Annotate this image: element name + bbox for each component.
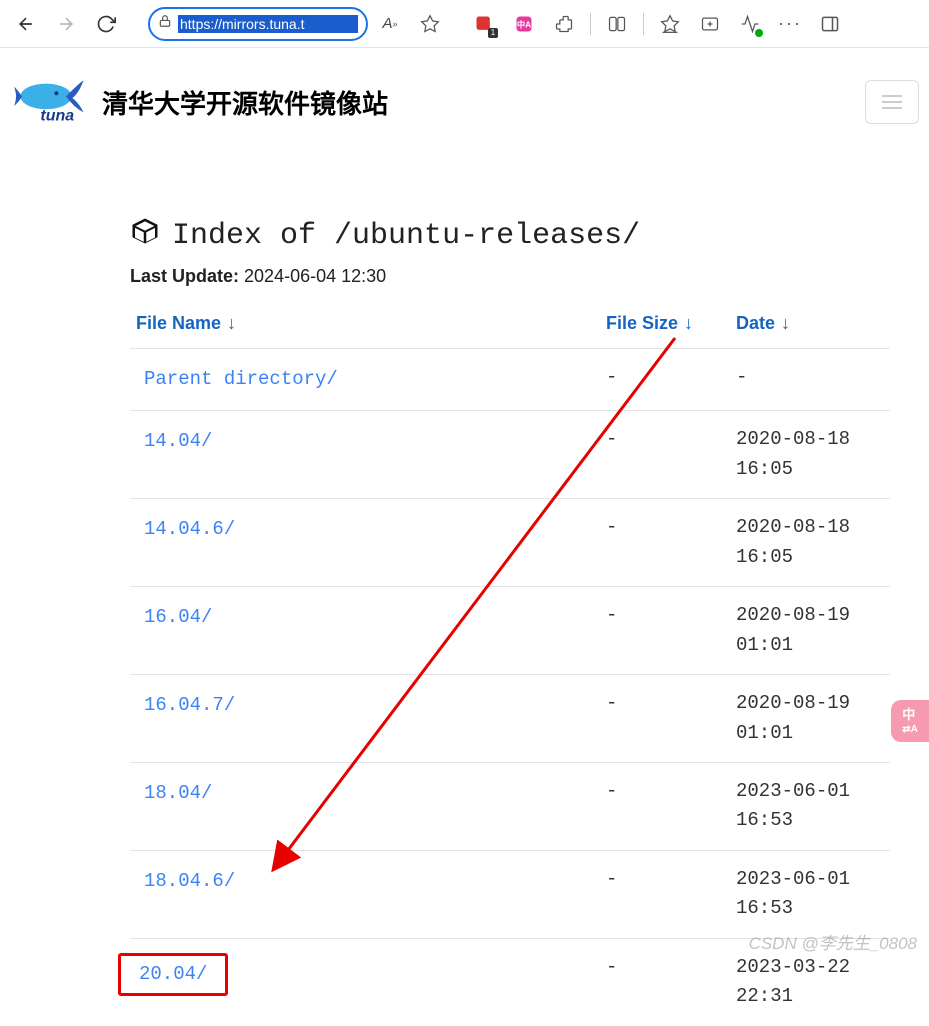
refresh-button[interactable] xyxy=(88,6,124,42)
file-link[interactable]: 18.04.6/ xyxy=(136,870,243,892)
extension-badge: 1 xyxy=(488,28,498,38)
table-row: 18.04/ -2023-06-01 16:53 xyxy=(130,762,890,850)
url-text[interactable]: https://mirrors.tuna.t xyxy=(178,15,358,33)
last-update: Last Update: 2024-06-04 12:30 xyxy=(130,266,909,287)
file-table: File Name↓ File Size↓ Date↓ Parent direc… xyxy=(130,305,890,1026)
browser-toolbar: https://mirrors.tuna.t A» 1 中A ··· xyxy=(0,0,929,48)
file-link[interactable]: 16.04.7/ xyxy=(136,694,243,716)
sort-arrow-icon: ↓ xyxy=(227,313,236,333)
file-link[interactable]: 14.04/ xyxy=(136,430,220,452)
file-size: - xyxy=(600,349,730,411)
collections-icon[interactable] xyxy=(692,6,728,42)
col-name-header[interactable]: File Name↓ xyxy=(130,305,600,349)
file-date: 2023-06-01 16:53 xyxy=(730,762,890,850)
extension-blocker-icon[interactable]: 1 xyxy=(466,6,502,42)
table-row: Parent directory/ -- xyxy=(130,349,890,411)
index-prefix: Index of xyxy=(172,219,316,253)
tuna-logo[interactable]: tuna xyxy=(10,72,90,132)
file-link[interactable]: 20.04/ xyxy=(136,963,228,985)
table-row: 14.04/ -2020-08-18 16:05 xyxy=(130,411,890,499)
file-date: 2023-06-01 16:53 xyxy=(730,850,890,938)
file-date: 2020-08-19 01:01 xyxy=(730,587,890,675)
site-header: tuna 清华大学开源软件镜像站 xyxy=(0,48,929,156)
index-path: /ubuntu-releases/ xyxy=(334,219,640,253)
file-size: - xyxy=(600,587,730,675)
more-icon[interactable]: ··· xyxy=(772,6,808,42)
table-row: 18.04.6/ -2023-06-01 16:53 xyxy=(130,850,890,938)
file-size: - xyxy=(600,675,730,763)
file-link[interactable]: 18.04/ xyxy=(136,782,220,804)
main-content: Index of /ubuntu-releases/ Last Update: … xyxy=(0,156,929,1026)
file-link[interactable]: 16.04/ xyxy=(136,606,220,628)
favorites-bar-icon[interactable] xyxy=(652,6,688,42)
read-aloud-icon[interactable]: A» xyxy=(372,6,408,42)
sidebar-toggle-icon[interactable] xyxy=(812,6,848,42)
file-size: - xyxy=(600,850,730,938)
site-title: 清华大学开源软件镜像站 xyxy=(102,84,388,121)
sort-arrow-icon: ↓ xyxy=(781,313,790,333)
address-bar[interactable]: https://mirrors.tuna.t xyxy=(148,7,368,41)
file-date: - xyxy=(730,349,890,411)
svg-text:tuna: tuna xyxy=(40,107,74,124)
sort-arrow-icon: ↓ xyxy=(684,313,693,333)
table-row: 16.04.7/ -2020-08-19 01:01 xyxy=(130,675,890,763)
file-size: - xyxy=(600,411,730,499)
split-screen-icon[interactable] xyxy=(599,6,635,42)
col-date-header[interactable]: Date↓ xyxy=(730,305,890,349)
file-link[interactable]: Parent directory/ xyxy=(136,368,346,390)
translate-icon: 中⇄A xyxy=(902,708,918,735)
file-size: - xyxy=(600,762,730,850)
file-date: 2020-08-19 01:01 xyxy=(730,675,890,763)
lock-icon xyxy=(158,14,172,33)
page-title: Index of /ubuntu-releases/ xyxy=(130,216,909,256)
cube-icon xyxy=(130,216,160,256)
translate-float-button[interactable]: 中⇄A xyxy=(891,700,929,742)
hamburger-menu[interactable] xyxy=(865,80,919,124)
col-size-header[interactable]: File Size↓ xyxy=(600,305,730,349)
translate-ext-icon[interactable]: 中A xyxy=(506,6,542,42)
extensions-icon[interactable] xyxy=(546,6,582,42)
favorite-icon[interactable] xyxy=(412,6,448,42)
performance-icon[interactable] xyxy=(732,6,768,42)
last-update-value: 2024-06-04 12:30 xyxy=(244,266,386,286)
last-update-label: Last Update: xyxy=(130,266,239,286)
toolbar-divider xyxy=(643,13,644,35)
file-size: - xyxy=(600,499,730,587)
toolbar-divider xyxy=(590,13,591,35)
forward-button[interactable] xyxy=(48,6,84,42)
file-size: - xyxy=(600,938,730,1025)
table-row: 14.04.6/ -2020-08-18 16:05 xyxy=(130,499,890,587)
watermark: CSDN @李先生_0808 xyxy=(749,929,917,954)
back-button[interactable] xyxy=(8,6,44,42)
file-link[interactable]: 14.04.6/ xyxy=(136,518,243,540)
file-date: 2020-08-18 16:05 xyxy=(730,411,890,499)
table-row: 16.04/ -2020-08-19 01:01 xyxy=(130,587,890,675)
svg-text:中A: 中A xyxy=(517,19,531,29)
file-date: 2020-08-18 16:05 xyxy=(730,499,890,587)
